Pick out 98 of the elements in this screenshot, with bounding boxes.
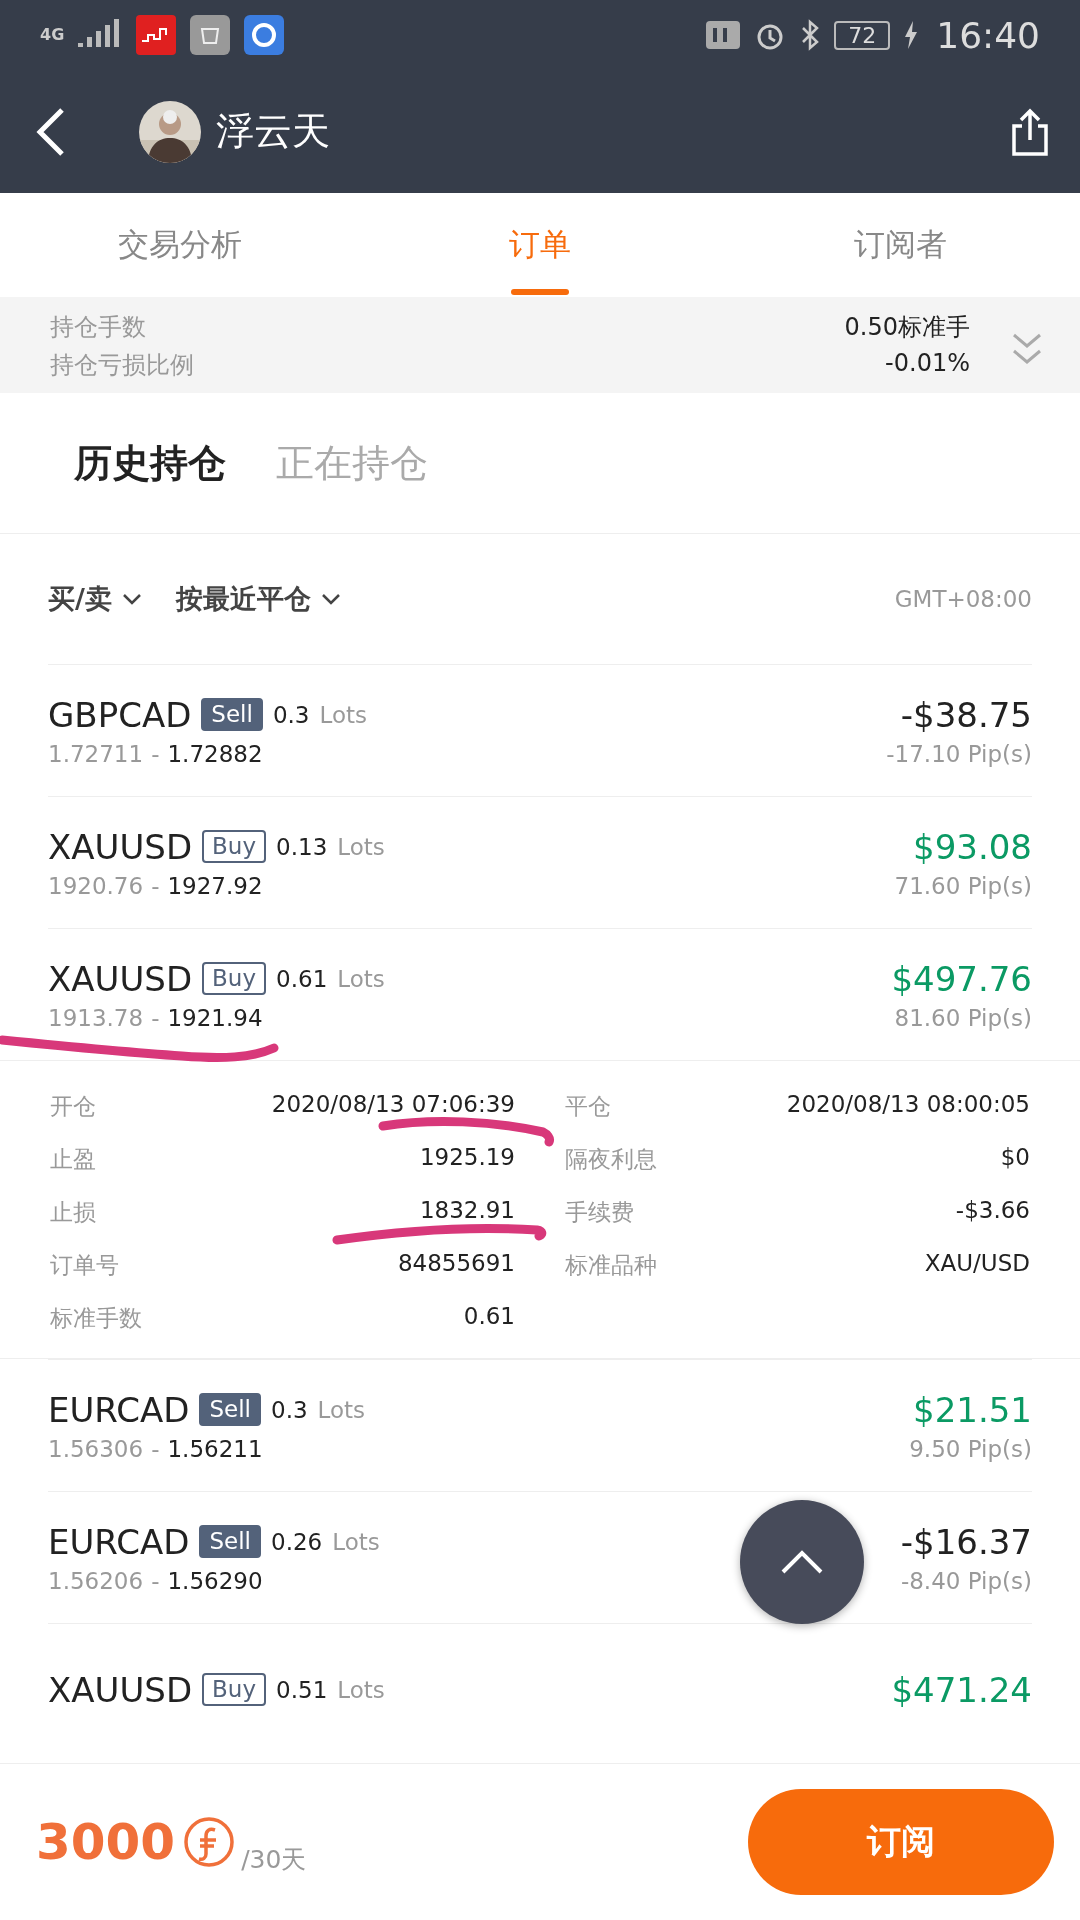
price-dash: -	[151, 740, 160, 767]
summary-label: 持仓亏损比例	[50, 350, 194, 381]
open-price: 1920.76	[48, 872, 144, 899]
pips-value: 71.60 Pip(s)	[894, 872, 1032, 899]
open-price: 1913.78	[48, 1004, 144, 1031]
price-dash: -	[151, 1435, 160, 1462]
open-price: 1.56206	[48, 1567, 144, 1594]
detail-label: 止损	[50, 1198, 96, 1227]
tab[interactable]: 订单	[360, 193, 720, 297]
side-badge: Sell	[199, 1392, 261, 1427]
lots-value: 0.13	[276, 833, 328, 860]
close-price: 1927.92	[167, 872, 263, 899]
period-label: /30天	[241, 1844, 308, 1876]
filter-dropdown[interactable]: 按最近平仓	[175, 581, 341, 617]
detail-label: 订单号	[50, 1251, 119, 1280]
detail-label: 手续费	[565, 1198, 634, 1227]
lots-unit: Lots	[319, 701, 367, 728]
caret-icon	[320, 593, 341, 605]
profit-value: $497.76	[891, 958, 1032, 999]
timezone-label: GMT+08:00	[894, 586, 1032, 612]
clock-time: 16:40	[936, 14, 1040, 56]
open-price: 1.72711	[48, 740, 144, 767]
lots-unit: Lots	[337, 833, 385, 860]
symbol-text: XAUUSD	[48, 1669, 193, 1710]
price-dash: -	[151, 1004, 160, 1031]
scroll-top-button[interactable]	[740, 1500, 864, 1624]
detail-label: 平仓	[565, 1092, 611, 1121]
detail-label: 标准品种	[565, 1251, 657, 1280]
detail-label: 止盈	[50, 1145, 96, 1174]
app-icon	[136, 15, 177, 55]
app-icon	[244, 15, 285, 55]
summary-value: 0.50标准手	[844, 312, 970, 343]
lots-unit: Lots	[332, 1528, 380, 1555]
detail-value: 0.61	[463, 1303, 515, 1331]
close-price: 1.56211	[167, 1435, 263, 1462]
lots-value: 0.3	[271, 1396, 308, 1423]
detail-value: XAU/USD	[924, 1250, 1030, 1278]
detail-label: 开仓	[50, 1092, 96, 1121]
symbol-text: GBPCAD	[48, 694, 192, 735]
caret-icon	[121, 593, 142, 605]
lots-value: 0.3	[272, 701, 310, 728]
lots-value: 0.26	[271, 1528, 323, 1555]
open-price: 1.56306	[48, 1435, 144, 1462]
profile-name: 浮云天	[216, 108, 331, 155]
detail-value: 84855691	[397, 1250, 515, 1278]
pips-value: -8.40 Pip(s)	[900, 1567, 1032, 1594]
network-label: 4G	[40, 27, 65, 43]
pips-value: 81.60 Pip(s)	[894, 1004, 1032, 1031]
detail-value: 2020/08/13 08:00:05	[786, 1091, 1030, 1119]
summary-value: -0.01%	[885, 349, 970, 379]
profit-value: -$38.75	[900, 694, 1032, 735]
side-badge: Buy	[202, 1672, 267, 1707]
detail-value: -$3.66	[955, 1197, 1030, 1225]
pips-value: 9.50 Pip(s)	[909, 1435, 1032, 1462]
price-dash: -	[151, 872, 160, 899]
symbol-text: XAUUSD	[48, 826, 193, 867]
profit-value: $21.51	[913, 1389, 1032, 1430]
coin-icon	[183, 1816, 236, 1868]
close-price: 1921.94	[167, 1004, 263, 1031]
tab[interactable]: 交易分析	[0, 193, 360, 297]
subscribe-button[interactable]: 订阅	[748, 1789, 1054, 1895]
price-dash: -	[151, 1567, 160, 1594]
section-tab[interactable]: 历史持仓	[74, 437, 226, 489]
detail-value: 1832.91	[419, 1197, 515, 1225]
close-price: 1.72882	[167, 740, 263, 767]
symbol-text: XAUUSD	[48, 958, 193, 999]
summary-label: 持仓手数	[50, 312, 146, 343]
symbol-text: EURCAD	[48, 1389, 190, 1430]
section-tab[interactable]: 正在持仓	[276, 437, 428, 489]
side-badge: Buy	[202, 829, 267, 864]
price-value: 3000	[36, 1813, 176, 1871]
battery-level: 72	[834, 20, 891, 50]
lots-unit: Lots	[337, 1676, 385, 1703]
profit-value: -$16.37	[900, 1521, 1032, 1562]
share-icon[interactable]	[1010, 107, 1050, 156]
bluetooth-icon	[800, 19, 821, 51]
filter-dropdown[interactable]: 买/卖	[48, 581, 142, 617]
detail-label: 隔夜利息	[565, 1145, 657, 1174]
side-badge: Sell	[201, 697, 263, 732]
charging-icon	[904, 21, 919, 49]
app-icon	[190, 15, 231, 55]
detail-value: 1925.19	[419, 1144, 515, 1172]
profit-value: $93.08	[913, 826, 1032, 867]
side-badge: Buy	[202, 961, 267, 996]
detail-value: $0	[1000, 1144, 1030, 1172]
detail-label: 标准手数	[50, 1304, 142, 1333]
lots-unit: Lots	[317, 1396, 366, 1423]
chevron-up-icon	[780, 1549, 824, 1575]
close-price: 1.56290	[167, 1567, 263, 1594]
lots-value: 0.51	[276, 1676, 328, 1703]
detail-value: 2020/08/13 07:06:39	[271, 1091, 515, 1119]
pips-value: -17.10 Pip(s)	[886, 740, 1032, 767]
lots-value: 0.61	[276, 965, 328, 992]
symbol-text: EURCAD	[48, 1521, 190, 1562]
profit-value: $471.24	[891, 1669, 1032, 1710]
tab[interactable]: 订阅者	[720, 193, 1080, 297]
side-badge: Sell	[199, 1524, 261, 1559]
lots-unit: Lots	[337, 965, 385, 992]
